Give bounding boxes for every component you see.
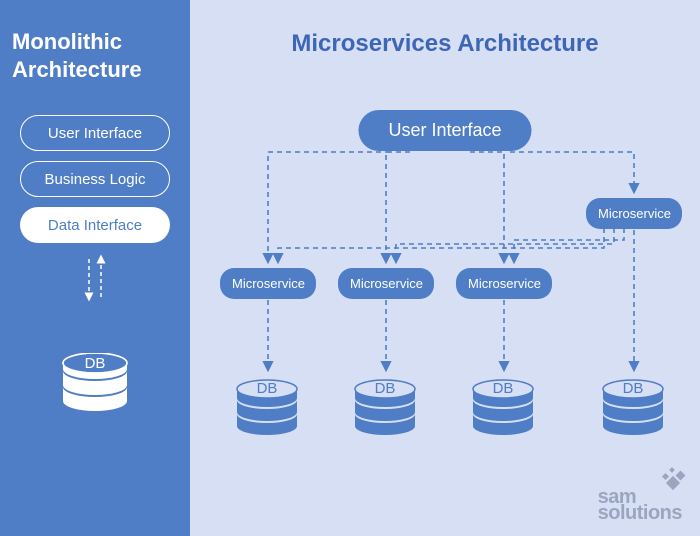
microservices-title: Microservices Architecture	[190, 30, 700, 58]
db-1-icon: DB	[232, 378, 302, 438]
db-2-icon: DB	[350, 378, 420, 438]
db-4-icon: DB	[598, 378, 668, 438]
monolithic-db-icon: DB	[60, 353, 130, 413]
layer-business-logic: Business Logic	[20, 161, 170, 197]
layer-user-interface: User Interface	[20, 115, 170, 151]
microservices-panel: Microservices Architecture User Interfac…	[190, 0, 700, 536]
layer-data-interface: Data Interface	[20, 207, 170, 243]
bidirectional-arrows-icon	[75, 253, 115, 303]
microservice-3: Microservice	[456, 268, 552, 299]
microservice-1: Microservice	[220, 268, 316, 299]
monolithic-panel: Monolithic Architecture User Interface B…	[0, 0, 190, 536]
logo-squares-icon	[654, 470, 684, 490]
ui-node: User Interface	[358, 110, 531, 151]
db-3-icon: DB	[468, 378, 538, 438]
sam-solutions-logo: sam solutions	[598, 488, 682, 522]
microservice-2: Microservice	[338, 268, 434, 299]
monolithic-title: Monolithic Architecture	[12, 28, 178, 83]
microservice-4: Microservice	[586, 198, 682, 229]
